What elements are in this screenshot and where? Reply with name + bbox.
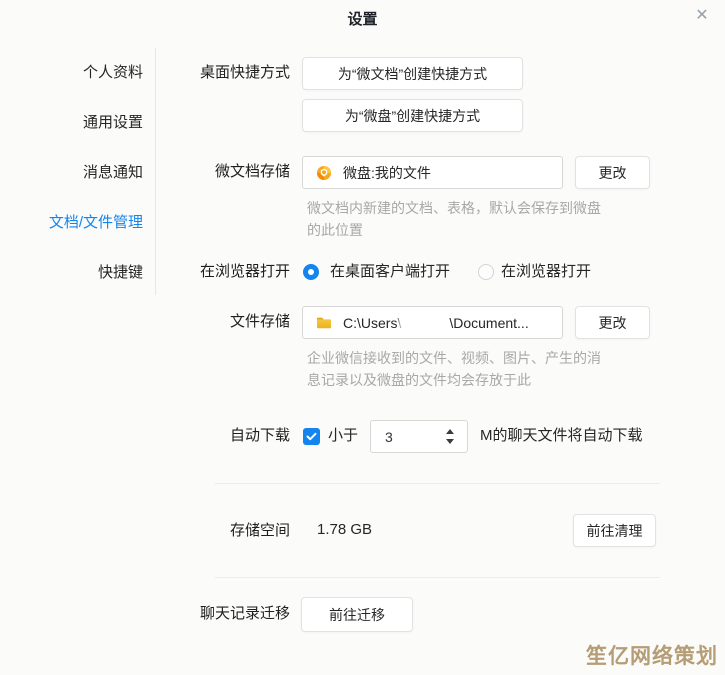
- dialog-title: 设置: [0, 8, 725, 29]
- go-migrate-button[interactable]: 前往迁移: [301, 597, 413, 632]
- file-storage-path: C:\Users\\Document...: [343, 314, 529, 331]
- auto-download-suffix: M的聊天文件将自动下载: [480, 426, 643, 446]
- size-limit-stepper[interactable]: 3: [370, 420, 468, 453]
- redacted-username: [402, 314, 448, 328]
- file-storage-location[interactable]: C:\Users\\Document...: [302, 306, 563, 339]
- radio-open-browser-label[interactable]: 在浏览器打开: [501, 262, 591, 282]
- chat-migration-label: 聊天记录迁移: [200, 604, 290, 624]
- sidebar-item-general[interactable]: 通用设置: [0, 113, 143, 133]
- auto-download-label: 自动下载: [230, 426, 290, 446]
- folder-icon: [316, 315, 332, 331]
- stepper-arrows[interactable]: [446, 429, 467, 444]
- radio-open-desktop[interactable]: [303, 264, 319, 280]
- file-storage-change-button[interactable]: 更改: [575, 306, 650, 339]
- check-icon: [306, 431, 317, 442]
- create-docs-shortcut-button[interactable]: 为“微文档”创建快捷方式: [302, 57, 523, 90]
- doc-storage-path: 微盘:我的文件: [343, 163, 431, 183]
- auto-download-checkbox[interactable]: [303, 428, 320, 445]
- desktop-shortcut-label: 桌面快捷方式: [200, 63, 290, 83]
- open-in-label: 在浏览器打开: [200, 262, 290, 282]
- storage-space-label: 存储空间: [230, 521, 290, 541]
- section-divider-1: [215, 483, 660, 484]
- close-icon[interactable]: ✕: [692, 6, 712, 26]
- doc-storage-change-button[interactable]: 更改: [575, 156, 650, 189]
- auto-download-prefix: 小于: [328, 426, 358, 446]
- radio-open-desktop-label[interactable]: 在桌面客户端打开: [330, 262, 450, 282]
- doc-storage-label: 微文档存储: [215, 162, 290, 182]
- radio-open-browser[interactable]: [478, 264, 494, 280]
- file-storage-label: 文件存储: [230, 312, 290, 332]
- wedrive-icon: [316, 165, 332, 181]
- sidebar-item-profile[interactable]: 个人资料: [0, 63, 143, 83]
- create-drive-shortcut-button[interactable]: 为“微盘”创建快捷方式: [302, 99, 523, 132]
- doc-storage-hint: 微文档内新建的文档、表格，默认会保存到微盘 的此位置: [307, 197, 601, 241]
- sidebar-item-docs-files[interactable]: 文档/文件管理: [0, 213, 143, 233]
- stepper-down-icon[interactable]: [446, 439, 454, 444]
- sidebar-item-notifications[interactable]: 消息通知: [0, 163, 143, 183]
- doc-storage-location[interactable]: 微盘:我的文件: [302, 156, 563, 189]
- sidebar-item-shortcuts[interactable]: 快捷键: [0, 263, 143, 283]
- watermark-text: 笙亿网络策划: [586, 640, 718, 670]
- section-divider-2: [215, 577, 660, 578]
- size-limit-value: 3: [371, 429, 446, 445]
- settings-dialog: 设置 ✕ 个人资料 通用设置 消息通知 文档/文件管理 快捷键 桌面快捷方式 为…: [0, 0, 725, 675]
- stepper-up-icon[interactable]: [446, 429, 454, 434]
- go-clean-button[interactable]: 前往清理: [573, 514, 656, 547]
- file-storage-hint: 企业微信接收到的文件、视频、图片、产生的消 息记录以及微盘的文件均会存放于此: [307, 347, 601, 391]
- sidebar-divider: [155, 48, 156, 295]
- storage-space-value: 1.78 GB: [317, 521, 372, 538]
